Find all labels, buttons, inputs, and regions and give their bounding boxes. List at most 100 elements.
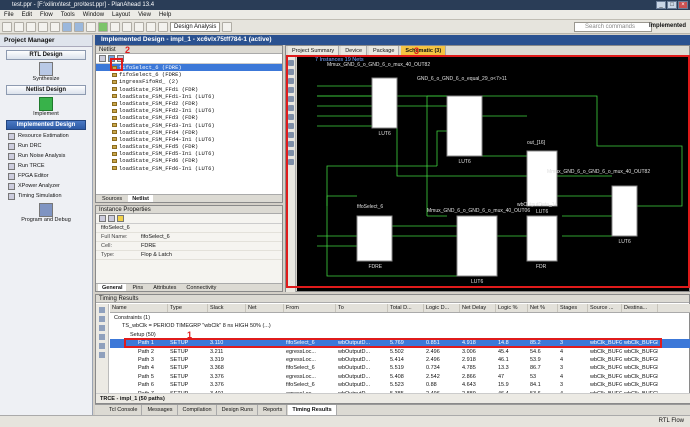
menu-view[interactable]: View — [138, 12, 151, 18]
tab-device[interactable]: Device — [341, 46, 367, 55]
report-icon[interactable] — [134, 21, 144, 32]
highlight-path-icon[interactable] — [99, 352, 105, 358]
program-debug-label[interactable]: Program and Debug — [0, 217, 92, 223]
redo-icon[interactable] — [50, 21, 60, 32]
netlist-row[interactable]: loadState_FSM_FFd4-In1 (LUT6) — [96, 136, 282, 143]
open-icon[interactable] — [14, 21, 24, 32]
tab-compilation[interactable]: Compilation — [179, 405, 217, 415]
timing-path-row[interactable]: Path 6 SETUP 3.376 fifoSelect_6 wbOutputD...… — [110, 381, 690, 389]
flow-item-noise-analysis[interactable]: Run Noise Analysis — [0, 151, 92, 161]
program-debug-icon[interactable] — [39, 203, 53, 217]
timing-column-header[interactable]: Net — [246, 304, 284, 312]
menu-layout[interactable]: Layout — [112, 12, 130, 18]
timing-column-header[interactable]: Net Delay — [460, 304, 496, 312]
netlist-row[interactable]: loadState_FSM_FFd3-In1 (LUT6) — [96, 122, 282, 129]
filter-icon[interactable] — [99, 325, 105, 331]
timing-column-header[interactable]: Slack — [208, 304, 246, 312]
netlist-row[interactable]: loadState_FSM_FFd3 (FDR) — [96, 114, 282, 121]
timing-column-header[interactable]: Name — [110, 304, 168, 312]
menu-file[interactable]: File — [4, 12, 14, 18]
timing-column-header[interactable]: Logic D... — [424, 304, 460, 312]
timing-path-row[interactable]: Path 2 SETUP 3.211 egressLoc... wbOutputD...… — [110, 348, 690, 356]
timing-column-header[interactable]: Destina... — [622, 304, 658, 312]
timing-path-row[interactable]: Path 5 SETUP 3.376 egressLoc... wbOutputD...… — [110, 373, 690, 381]
layout-dropdown[interactable]: Design Analysis — [170, 21, 221, 32]
layout-icon[interactable] — [146, 21, 156, 32]
netlist-row[interactable]: loadState_FSM_FFd2-In1 (LUT6) — [96, 107, 282, 114]
netlist-row[interactable]: loadState_FSM_FFd1-In1 (LUT6) — [96, 93, 282, 100]
menu-window[interactable]: Window — [83, 12, 104, 18]
back-icon[interactable] — [99, 215, 106, 222]
timing-run-label[interactable]: TRCE - impl_1 (50 paths) — [96, 393, 690, 403]
stop-icon[interactable] — [110, 21, 120, 32]
implement-icon[interactable] — [39, 97, 53, 111]
flow-item-fpga-editor[interactable]: FPGA Editor — [0, 171, 92, 181]
synthesize-icon[interactable] — [39, 62, 53, 76]
timing-column-header[interactable]: Type — [168, 304, 208, 312]
flow-item-timing-sim[interactable]: Timing Simulation — [0, 191, 92, 201]
implement-label[interactable]: Implement — [0, 111, 92, 117]
timing-column-header[interactable]: Stages — [558, 304, 588, 312]
tab-pins[interactable]: Pins — [128, 284, 147, 291]
timing-column-header[interactable]: Logic % — [496, 304, 528, 312]
tab-netlist[interactable]: Netlist — [128, 195, 153, 202]
netlist-row[interactable]: loadState_FSM_FFd5 (FDR) — [96, 143, 282, 150]
menu-help[interactable]: Help — [159, 12, 171, 18]
flow-item-resource-estimation[interactable]: Resource Estimation — [0, 131, 92, 141]
collapse-all-icon[interactable] — [99, 55, 106, 62]
settings-icon[interactable] — [122, 21, 132, 32]
maximize-button[interactable]: □ — [667, 1, 677, 9]
run-icon[interactable] — [98, 21, 108, 32]
netlist-row[interactable]: loadState_FSM_FFd6 (FDR) — [96, 157, 282, 164]
properties-icon[interactable] — [117, 215, 124, 222]
tab-package[interactable]: Package — [369, 46, 400, 55]
timing-column-header[interactable]: Total D... — [388, 304, 424, 312]
tab-timing-results[interactable]: Timing Results — [288, 405, 337, 415]
tab-messages[interactable]: Messages — [143, 405, 178, 415]
tab-sources[interactable]: Sources — [98, 195, 126, 202]
forward-icon[interactable] — [108, 215, 115, 222]
synthesize-label[interactable]: Synthesize — [0, 76, 92, 82]
copy-icon[interactable] — [62, 21, 72, 32]
search-input[interactable]: Search commands — [574, 22, 652, 32]
tab-schematic[interactable]: Schematic (3) — [401, 46, 447, 55]
undo-icon[interactable] — [38, 21, 48, 32]
timing-path-row[interactable]: Path 4 SETUP 3.368 fifoSelect_6 wbOutputD...… — [110, 364, 690, 372]
tab-general[interactable]: General — [98, 284, 127, 291]
tab-tcl-console[interactable]: Tcl Console — [105, 405, 143, 415]
timing-column-header[interactable]: To — [336, 304, 388, 312]
paste-icon[interactable] — [74, 21, 84, 32]
implemented-design-section[interactable]: Implemented Design — [6, 120, 86, 130]
netlist-row[interactable]: loadState_FSM_FFd1 (FDR) — [96, 86, 282, 93]
timing-column-header[interactable]: From — [284, 304, 336, 312]
minimize-button[interactable]: _ — [656, 1, 666, 9]
netlist-row[interactable]: fifoSelect_6 (FDRE) — [96, 71, 282, 78]
delete-icon[interactable] — [86, 21, 96, 32]
timing-group-row[interactable]: TS_wbClk = PERIOD TIMEGRP "wbClk" 8 ns H… — [110, 322, 690, 330]
tab-attributes[interactable]: Attributes — [149, 284, 180, 291]
rtl-design-section[interactable]: RTL Design — [6, 50, 86, 60]
netlist-row[interactable]: loadState_FSM_FFd5-In1 (LUT6) — [96, 150, 282, 157]
tab-design-runs[interactable]: Design Runs — [218, 405, 259, 415]
flow-item-run-trce[interactable]: Run TRCE — [0, 161, 92, 171]
netlist-row[interactable]: loadState_FSM_FFd4 (FDR) — [96, 129, 282, 136]
netlist-row[interactable]: fifoSelect_6 (FDRE) — [96, 64, 282, 72]
close-button[interactable]: × — [678, 1, 688, 9]
expand-tree-icon[interactable] — [99, 316, 105, 322]
menu-tools[interactable]: Tools — [61, 12, 75, 18]
timing-column-header[interactable]: Net % — [528, 304, 558, 312]
netlist-row[interactable]: ingressFifoRd_ (2) — [96, 78, 282, 85]
flow-item-xpower[interactable]: XPower Analyzer — [0, 181, 92, 191]
menu-edit[interactable]: Edit — [22, 12, 32, 18]
help-icon[interactable] — [222, 21, 233, 32]
netlist-row[interactable]: loadState_FSM_FFd6-In1 (LUT6) — [96, 165, 282, 172]
timing-constraints-row[interactable]: Constraints (1) — [110, 314, 690, 322]
window-icon[interactable] — [158, 21, 168, 32]
netlist-design-section[interactable]: Netlist Design — [6, 85, 86, 95]
timing-column-header[interactable]: Source ... — [588, 304, 622, 312]
settings-icon[interactable] — [99, 334, 105, 340]
tab-reports[interactable]: Reports — [259, 405, 288, 415]
save-icon[interactable] — [26, 21, 36, 32]
tab-project-summary[interactable]: Project Summary — [288, 46, 340, 55]
netlist-row[interactable]: loadState_FSM_FFd2 (FDR) — [96, 100, 282, 107]
